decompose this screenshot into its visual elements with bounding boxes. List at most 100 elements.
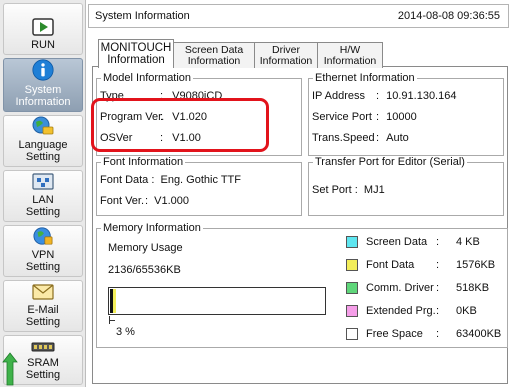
field-value: 10.91.130.164 bbox=[386, 90, 457, 102]
font-ver-row: Font Ver. : V1.000 bbox=[100, 195, 190, 207]
sidebar-item-label: SRAM bbox=[27, 357, 59, 369]
email-icon bbox=[32, 284, 54, 300]
legend-swatch bbox=[346, 259, 358, 271]
tab-bar: MONITOUCH Information Screen Data Inform… bbox=[98, 38, 383, 68]
lan-icon bbox=[32, 173, 54, 190]
field-value: MJ1 bbox=[363, 184, 385, 196]
info-icon bbox=[32, 59, 54, 81]
group-title: Memory Information bbox=[103, 222, 201, 234]
sidebar-item-vpn-setting[interactable]: VPN Setting bbox=[3, 225, 83, 277]
legend-value: 63400KB bbox=[456, 328, 502, 340]
sidebar-item-label: System bbox=[24, 84, 62, 96]
font-information-group: Font Information bbox=[96, 156, 302, 216]
legend-value: 4 KB bbox=[456, 236, 480, 248]
memory-usage-marker-base bbox=[109, 320, 115, 321]
memory-usage-fill-accent bbox=[113, 289, 116, 313]
sidebar-item-system-information[interactable]: System Information bbox=[3, 58, 83, 112]
legend-extended-prg: Extended Prg. : 0KB bbox=[346, 305, 477, 317]
sidebar-item-label: Setting bbox=[25, 261, 61, 273]
legend-swatch bbox=[346, 282, 358, 294]
tab-label: MONITOUCH bbox=[100, 42, 172, 54]
group-title: Font Information bbox=[103, 156, 184, 168]
sidebar-item-email-setting[interactable]: E-Mail Setting bbox=[3, 280, 83, 332]
field-label: Trans.Speed bbox=[312, 132, 375, 144]
sidebar-item-label: LAN bbox=[32, 194, 54, 206]
legend-value: 1576KB bbox=[456, 259, 496, 271]
sidebar-item-label: RUN bbox=[31, 39, 55, 51]
memory-usage-bar bbox=[108, 287, 326, 315]
sidebar-item-language-setting[interactable]: Language Setting bbox=[3, 115, 83, 167]
sidebar-item-label: Setting bbox=[25, 369, 61, 381]
tab-label: Information bbox=[323, 54, 377, 67]
tab-driver-information[interactable]: Driver Information bbox=[254, 42, 318, 68]
field-label: Font Ver. bbox=[100, 195, 145, 207]
sidebar-item-label: Information bbox=[15, 96, 71, 108]
legend-name: Free Space bbox=[366, 328, 423, 340]
tab-label: Information bbox=[107, 54, 165, 66]
group-title: Transfer Port for Editor (Serial) bbox=[315, 156, 465, 168]
tab-screen-data-information[interactable]: Screen Data Information bbox=[173, 42, 255, 68]
trans-speed-row: Trans.Speed: Auto bbox=[312, 132, 409, 144]
sidebar-item-label: Language bbox=[18, 139, 68, 151]
tab-monitouch-information[interactable]: MONITOUCH Information bbox=[98, 39, 174, 68]
legend-name: Comm. Driver bbox=[366, 282, 434, 294]
sidebar-item-label: Setting bbox=[25, 151, 61, 163]
legend-swatch bbox=[346, 236, 358, 248]
vpn-icon bbox=[33, 227, 53, 245]
sidebar: RUN System Information Language Setting … bbox=[0, 0, 86, 387]
set-port-row: Set Port : MJ1 bbox=[312, 184, 385, 196]
header-datetime: 2014-08-08 09:36:55 bbox=[397, 10, 500, 22]
legend-colon: : bbox=[436, 282, 440, 294]
field-label: Service Port bbox=[312, 111, 372, 123]
legend-value: 0KB bbox=[456, 305, 477, 317]
sidebar-item-label: Setting bbox=[25, 206, 61, 218]
legend-colon: : bbox=[436, 259, 440, 271]
font-data-row: Font Data : Eng. Gothic TTF bbox=[100, 174, 241, 186]
legend-name: Extended Prg. bbox=[366, 305, 436, 317]
legend-name: Font Data bbox=[366, 259, 415, 271]
legend-screen-data: Screen Data : 4 KB bbox=[346, 236, 480, 248]
legend-colon: : bbox=[436, 305, 440, 317]
memory-usage-percent: 3 % bbox=[116, 326, 135, 338]
memory-usage-label: Memory Usage bbox=[108, 242, 183, 254]
memory-usage-value: 2136/65536KB bbox=[108, 264, 181, 276]
field-value: Eng. Gothic TTF bbox=[160, 174, 241, 186]
field-label: IP Address bbox=[312, 90, 365, 102]
page-title: System Information bbox=[95, 10, 190, 22]
legend-comm-driver: Comm. Driver : 518KB bbox=[346, 282, 489, 294]
legend-name: Screen Data bbox=[366, 236, 428, 248]
legend-value: 518KB bbox=[456, 282, 490, 294]
tab-label: Screen Data bbox=[184, 43, 244, 56]
tab-label: H/W bbox=[339, 43, 361, 56]
sidebar-item-lan-setting[interactable]: LAN Setting bbox=[3, 170, 83, 222]
group-title: Ethernet Information bbox=[315, 72, 415, 84]
legend-font-data: Font Data : 1576KB bbox=[346, 259, 495, 271]
sram-icon bbox=[31, 342, 55, 352]
scroll-up-arrow-icon[interactable] bbox=[2, 352, 18, 386]
field-label: Set Port bbox=[312, 184, 352, 196]
legend-colon: : bbox=[436, 328, 440, 340]
tab-label: Driver bbox=[272, 43, 300, 56]
sidebar-item-run[interactable]: RUN bbox=[3, 3, 83, 55]
field-value: Auto bbox=[386, 132, 409, 144]
tab-label: Information bbox=[187, 54, 241, 67]
page-header: System Information 2014-08-08 09:36:55 bbox=[88, 4, 509, 28]
legend-free-space: Free Space : 63400KB bbox=[346, 328, 501, 340]
tab-hw-information[interactable]: H/W Information bbox=[317, 42, 383, 68]
legend-swatch bbox=[346, 305, 358, 317]
service-port-row: Service Port: 10000 bbox=[312, 111, 417, 123]
field-value: 10000 bbox=[386, 111, 417, 123]
play-icon bbox=[32, 18, 54, 36]
sidebar-item-label: Setting bbox=[25, 316, 61, 328]
legend-colon: : bbox=[436, 236, 440, 248]
field-label: Font Data bbox=[100, 174, 149, 186]
highlight-annotation bbox=[91, 98, 269, 152]
group-title: Model Information bbox=[103, 72, 192, 84]
sidebar-item-label: VPN bbox=[31, 249, 55, 261]
tab-label: Information bbox=[259, 54, 313, 67]
language-icon bbox=[32, 116, 54, 135]
legend-swatch bbox=[346, 328, 358, 340]
field-value: V1.000 bbox=[154, 195, 190, 207]
sidebar-item-label: E-Mail bbox=[27, 304, 59, 316]
ip-address-row: IP Address: 10.91.130.164 bbox=[312, 90, 457, 102]
